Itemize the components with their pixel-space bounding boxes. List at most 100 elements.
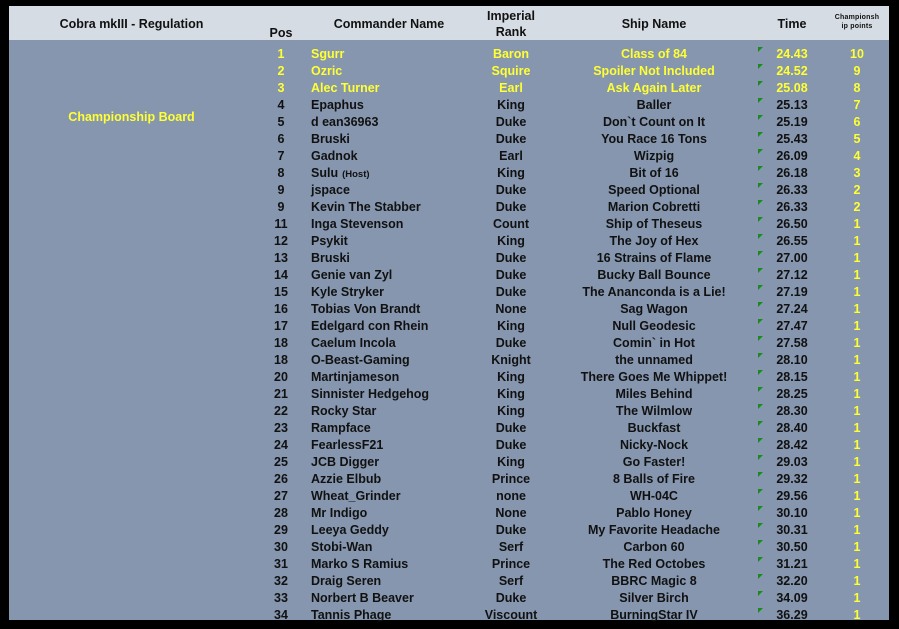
comment-marker-icon[interactable] xyxy=(758,523,763,528)
comment-marker-icon[interactable] xyxy=(758,608,763,613)
position-cell: 32 xyxy=(274,574,288,588)
comment-marker-icon[interactable] xyxy=(758,217,763,222)
ship-name-cell: Spoiler Not Included xyxy=(593,64,715,78)
commander-name-cell: Gadnok xyxy=(311,148,481,165)
time-cell: 27.19 xyxy=(776,285,808,299)
ship-name-cell: Nicky-Nock xyxy=(619,438,689,452)
imperial-rank-cell: Knight xyxy=(491,353,531,367)
commander-name: Edelgard con Rhein xyxy=(311,319,429,333)
table-row: 26 Azzie Elbub Prince 8 Balls of Fire 29… xyxy=(9,471,889,488)
imperial-rank-cell: Duke xyxy=(495,438,527,452)
commander-name: Gadnok xyxy=(311,149,358,163)
comment-marker-icon[interactable] xyxy=(758,387,763,392)
comment-marker-icon[interactable] xyxy=(758,132,763,137)
comment-marker-icon[interactable] xyxy=(758,370,763,375)
commander-name: Stobi-Wan xyxy=(311,540,373,554)
time-cell: 34.09 xyxy=(776,591,808,605)
championship-points-cell: 6 xyxy=(853,115,861,129)
comment-marker-icon[interactable] xyxy=(758,183,763,188)
comment-marker-icon[interactable] xyxy=(758,64,763,69)
comment-marker-icon[interactable] xyxy=(758,591,763,596)
imperial-rank-cell: Viscount xyxy=(484,608,538,622)
championship-points-cell: 1 xyxy=(853,234,861,248)
comment-marker-icon[interactable] xyxy=(758,506,763,511)
commander-name-cell: Stobi-Wan xyxy=(311,539,481,556)
time-cell: 26.55 xyxy=(776,234,808,248)
comment-marker-icon[interactable] xyxy=(758,472,763,477)
comment-marker-icon[interactable] xyxy=(758,421,763,426)
championship-points-cell: 1 xyxy=(853,506,861,520)
ship-name-cell: Class of 84 xyxy=(620,47,687,61)
commander-name-cell: Tannis Phage xyxy=(311,607,481,624)
position-cell: 4 xyxy=(277,98,285,112)
time-cell: 25.43 xyxy=(776,132,808,146)
table-row: 22 Rocky Star King The Wilmlow 28.30 1 xyxy=(9,403,889,420)
comment-marker-icon[interactable] xyxy=(758,115,763,120)
comment-marker-icon[interactable] xyxy=(758,285,763,290)
commander-name-cell: Norbert B Beaver xyxy=(311,590,481,607)
table-row: 31 Marko S Ramius Prince The Red Octobes… xyxy=(9,556,889,573)
position-cell: 16 xyxy=(274,302,288,316)
comment-marker-icon[interactable] xyxy=(758,557,763,562)
comment-marker-icon[interactable] xyxy=(758,149,763,154)
position-cell: 9 xyxy=(277,183,285,197)
comment-marker-icon[interactable] xyxy=(758,98,763,103)
table-row: 11 Inga Stevenson Count Ship of Theseus … xyxy=(9,216,889,233)
ship-name-cell: Pablo Honey xyxy=(616,506,692,520)
ship-name-cell: Wizpig xyxy=(633,149,675,163)
comment-marker-icon[interactable] xyxy=(758,268,763,273)
commander-name: Martinjameson xyxy=(311,370,400,384)
championship-points-cell: 1 xyxy=(853,268,861,282)
championship-points-cell: 1 xyxy=(853,455,861,469)
column-header-imperial-rank: Imperial Rank xyxy=(471,8,551,40)
table-row: 16 Tobias Von Brandt None Sag Wagon 27.2… xyxy=(9,301,889,318)
time-cell: 29.03 xyxy=(776,455,808,469)
comment-marker-icon[interactable] xyxy=(758,234,763,239)
table-row: 15 Kyle Stryker Duke The Ananconda is a … xyxy=(9,284,889,301)
championship-points-cell: 1 xyxy=(853,591,861,605)
comment-marker-icon[interactable] xyxy=(758,438,763,443)
commander-name-cell: Ozric xyxy=(311,63,481,80)
commander-name: Tobias Von Brandt xyxy=(311,302,421,316)
comment-marker-icon[interactable] xyxy=(758,540,763,545)
imperial-rank-cell: King xyxy=(497,166,525,180)
column-header-time: Time xyxy=(777,17,807,31)
time-cell: 27.24 xyxy=(776,302,808,316)
comment-marker-icon[interactable] xyxy=(758,319,763,324)
board-title: Cobra mkIII - Regulation xyxy=(59,17,204,31)
imperial-rank-cell: Duke xyxy=(495,268,527,282)
commander-name-cell: Bruski xyxy=(311,250,481,267)
time-cell: 24.52 xyxy=(776,64,808,78)
commander-name: Psykit xyxy=(311,234,348,248)
imperial-rank-cell: None xyxy=(495,302,527,316)
comment-marker-icon[interactable] xyxy=(758,353,763,358)
comment-marker-icon[interactable] xyxy=(758,81,763,86)
commander-name-cell: Sulu (Host) xyxy=(311,165,481,183)
comment-marker-icon[interactable] xyxy=(758,455,763,460)
championship-points-cell: 1 xyxy=(853,370,861,384)
position-cell: 29 xyxy=(274,523,288,537)
time-cell: 29.56 xyxy=(776,489,808,503)
comment-marker-icon[interactable] xyxy=(758,302,763,307)
table-row: 9 Kevin The Stabber Duke Marion Cobretti… xyxy=(9,199,889,216)
commander-name: Genie van Zyl xyxy=(311,268,393,282)
comment-marker-icon[interactable] xyxy=(758,404,763,409)
commander-name: Alec Turner xyxy=(311,81,380,95)
comment-marker-icon[interactable] xyxy=(758,336,763,341)
comment-marker-icon[interactable] xyxy=(758,574,763,579)
imperial-rank-cell: Earl xyxy=(499,81,523,95)
comment-marker-icon[interactable] xyxy=(758,200,763,205)
time-cell: 26.33 xyxy=(776,200,808,214)
commander-name: Wheat_Grinder xyxy=(311,489,401,503)
commander-name-cell: Rocky Star xyxy=(311,403,481,420)
ship-name-cell: Ship of Theseus xyxy=(605,217,703,231)
comment-marker-icon[interactable] xyxy=(758,166,763,171)
comment-marker-icon[interactable] xyxy=(758,489,763,494)
position-cell: 7 xyxy=(277,149,285,163)
table-row: 23 Rampface Duke Buckfast 28.40 1 xyxy=(9,420,889,437)
comment-marker-icon[interactable] xyxy=(758,251,763,256)
comment-marker-icon[interactable] xyxy=(758,47,763,52)
championship-points-cell: 1 xyxy=(853,217,861,231)
table-row: 1 Sgurr Baron Class of 84 24.43 10 xyxy=(9,46,889,63)
table-row: 24 FearlessF21 Duke Nicky-Nock 28.42 1 xyxy=(9,437,889,454)
